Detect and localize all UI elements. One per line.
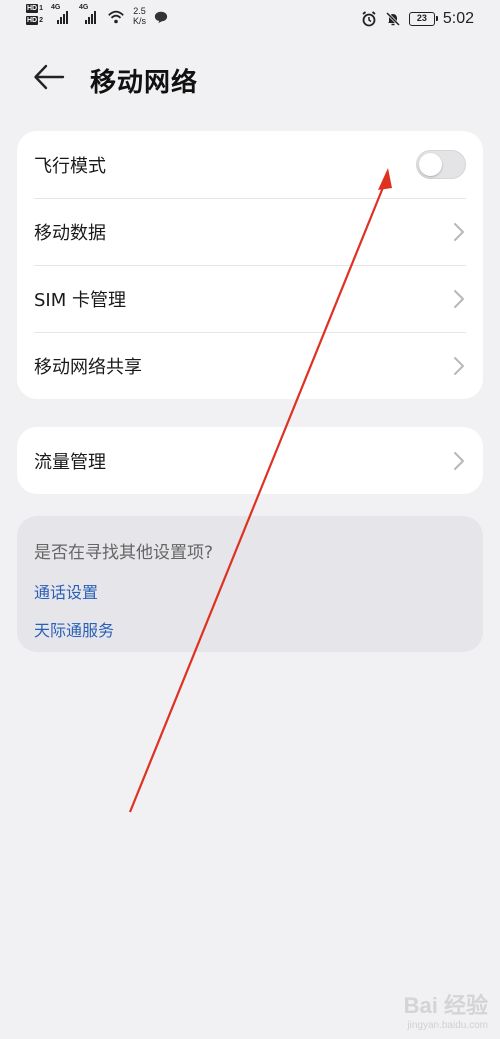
- settings-card-data-usage: 流量管理: [17, 427, 483, 494]
- battery-level: 23: [416, 13, 427, 23]
- chevron-right-icon: [454, 223, 464, 241]
- back-arrow-icon[interactable]: [32, 62, 66, 92]
- mobile-data-label: 移动数据: [34, 222, 106, 244]
- sim2-hd-label: HD: [26, 16, 39, 25]
- signal1-net-type: 4G: [51, 4, 61, 11]
- watermark-text: Bai 经验: [403, 993, 488, 1018]
- chevron-right-icon: [454, 452, 464, 470]
- sim1-hd-label: HD: [26, 4, 39, 13]
- status-bar: HD 1 HD 2 4G 4G 2.5 K/s 23 5:02: [0, 0, 500, 40]
- airplane-mode-toggle[interactable]: [416, 150, 466, 179]
- tethering-row[interactable]: 移动网络共享: [17, 332, 483, 399]
- airplane-mode-label: 飞行模式: [34, 155, 106, 177]
- sim2-badge: HD 2: [26, 16, 43, 25]
- airplane-mode-row[interactable]: 飞行模式: [17, 131, 483, 198]
- sim-badges: HD 1 HD 2: [26, 4, 43, 25]
- speed-value: 2.5: [133, 6, 146, 16]
- watermark: Bai 经验 jingyan.baidu.com: [404, 988, 488, 1031]
- sim1-badge: HD 1: [26, 4, 43, 13]
- tethering-label: 移动网络共享: [34, 356, 142, 378]
- sim2-number: 2: [39, 17, 44, 24]
- signal1-icon: 4G: [51, 4, 71, 24]
- settings-card-network: 飞行模式 移动数据 SIM 卡管理 移动网络共享: [17, 131, 483, 399]
- sim-management-label: SIM 卡管理: [34, 289, 126, 311]
- wifi-icon: [108, 10, 124, 24]
- battery-icon: 23: [408, 12, 438, 26]
- signal2-icon: 4G: [79, 4, 99, 24]
- tianjitong-service-link[interactable]: 天际通服务: [34, 617, 466, 641]
- page-header: 移动网络: [0, 50, 500, 106]
- status-bar-left: HD 1 HD 2 4G 4G 2.5 K/s: [26, 4, 168, 26]
- message-icon: [154, 11, 168, 24]
- network-speed: 2.5 K/s: [133, 6, 146, 26]
- data-usage-row[interactable]: 流量管理: [17, 427, 483, 494]
- suggestions-title: 是否在寻找其他设置项?: [34, 543, 214, 563]
- mobile-data-row[interactable]: 移动数据: [17, 198, 483, 265]
- suggestions-panel: 是否在寻找其他设置项? 通话设置 天际通服务: [17, 516, 483, 652]
- signal2-net-type: 4G: [79, 4, 89, 11]
- speed-unit: K/s: [133, 16, 147, 26]
- data-usage-label: 流量管理: [34, 451, 106, 473]
- clock: 5:02: [442, 10, 474, 27]
- sim-management-row[interactable]: SIM 卡管理: [17, 265, 483, 332]
- chevron-right-icon: [454, 290, 464, 308]
- mute-icon: [385, 11, 400, 27]
- toggle-knob: [419, 153, 442, 176]
- page-title: 移动网络: [90, 68, 199, 98]
- watermark-sub: jingyan.baidu.com: [407, 1020, 488, 1031]
- call-settings-link[interactable]: 通话设置: [34, 579, 466, 603]
- sim1-number: 1: [39, 5, 44, 12]
- chevron-right-icon: [454, 357, 464, 375]
- status-bar-right: 23 5:02: [361, 10, 474, 28]
- alarm-icon: [362, 11, 376, 27]
